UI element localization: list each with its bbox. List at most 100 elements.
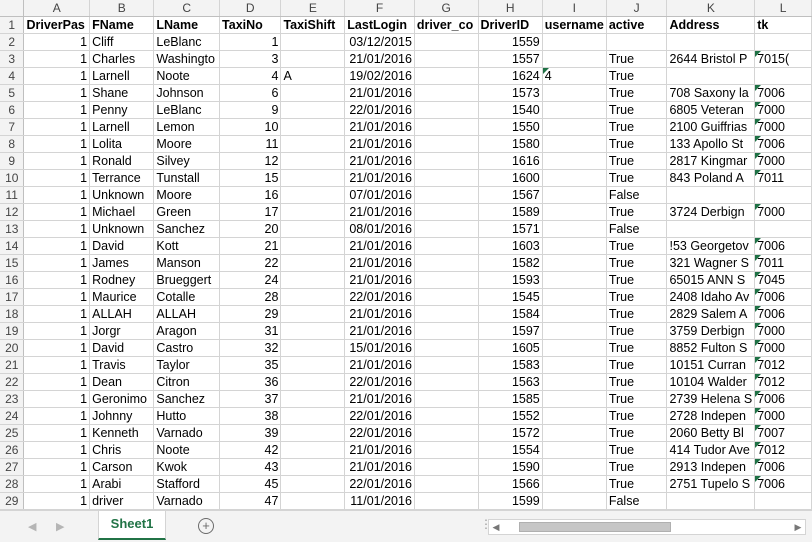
cell[interactable]: 1550 (478, 118, 543, 136)
row-header[interactable]: 18 (0, 305, 25, 323)
cell[interactable] (280, 390, 346, 408)
cell[interactable] (414, 322, 479, 340)
cell[interactable]: 4 (542, 67, 607, 85)
cell[interactable] (280, 475, 346, 493)
cell[interactable]: 1559 (478, 33, 543, 51)
cell[interactable] (542, 373, 607, 391)
cell[interactable]: 22/01/2016 (344, 407, 415, 425)
cell[interactable]: 7012 (754, 373, 812, 391)
row-header[interactable]: 7 (0, 118, 25, 136)
row-header[interactable]: 8 (0, 135, 25, 153)
cell[interactable] (542, 458, 607, 476)
row-header[interactable]: 2 (0, 33, 25, 51)
cell[interactable]: 1 (23, 118, 91, 136)
header-cell[interactable]: FName (89, 16, 155, 34)
cell[interactable]: True (606, 288, 668, 306)
cell[interactable]: LeBlanc (153, 101, 221, 119)
cell[interactable] (542, 288, 607, 306)
cell[interactable]: 35 (219, 356, 282, 374)
cell[interactable]: 21/01/2016 (344, 356, 415, 374)
cell[interactable] (542, 441, 607, 459)
cell[interactable]: True (606, 407, 668, 425)
cell[interactable] (414, 254, 479, 272)
cell[interactable]: Green (153, 203, 221, 221)
row-header[interactable]: 28 (0, 475, 25, 493)
cell[interactable]: 1624 (478, 67, 543, 85)
cell[interactable] (666, 33, 756, 51)
cell[interactable]: Larnell (89, 118, 155, 136)
cell[interactable]: 7006 (754, 305, 812, 323)
header-cell[interactable]: username (542, 16, 607, 34)
cell[interactable]: Taylor (153, 356, 221, 374)
cell[interactable] (280, 339, 346, 357)
cell[interactable]: 7000 (754, 101, 812, 119)
cell[interactable]: 21/01/2016 (344, 118, 415, 136)
cell[interactable] (542, 254, 607, 272)
cell[interactable]: 7000 (754, 339, 812, 357)
cell[interactable]: Johnson (153, 84, 221, 102)
cell[interactable]: 22/01/2016 (344, 101, 415, 119)
cell[interactable] (542, 271, 607, 289)
cell[interactable]: Arabi (89, 475, 155, 493)
cell[interactable] (280, 322, 346, 340)
row-header[interactable]: 22 (0, 373, 25, 391)
cell[interactable] (414, 356, 479, 374)
cell[interactable]: 1 (23, 458, 91, 476)
cell[interactable] (280, 441, 346, 459)
cell[interactable]: 1571 (478, 220, 543, 238)
row-header[interactable]: 20 (0, 339, 25, 357)
cell[interactable]: 2060 Betty Bl (666, 424, 756, 442)
cell[interactable]: 21/01/2016 (344, 305, 415, 323)
cell[interactable]: Lolita (89, 135, 155, 153)
row-header[interactable]: 15 (0, 254, 25, 272)
column-header-h[interactable]: H (478, 0, 543, 17)
cell[interactable]: True (606, 135, 668, 153)
cell[interactable]: Charles (89, 50, 155, 68)
scroll-tabs-right-icon[interactable]: ▶ (56, 520, 64, 533)
cell[interactable]: 21/01/2016 (344, 271, 415, 289)
cell[interactable]: Johnny (89, 407, 155, 425)
row-header[interactable]: 23 (0, 390, 25, 408)
cell[interactable] (542, 152, 607, 170)
cell[interactable]: 22/01/2016 (344, 475, 415, 493)
header-cell[interactable]: LastLogin (344, 16, 415, 34)
cell[interactable] (414, 33, 479, 51)
cell[interactable] (414, 339, 479, 357)
cell[interactable]: 8852 Fulton S (666, 339, 756, 357)
cell[interactable]: 10 (219, 118, 282, 136)
cell[interactable]: 7006 (754, 475, 812, 493)
cell[interactable]: 15 (219, 169, 282, 187)
row-header[interactable]: 6 (0, 101, 25, 119)
column-header-f[interactable]: F (344, 0, 415, 17)
cell[interactable] (280, 186, 346, 204)
column-header-a[interactable]: A (23, 0, 91, 17)
cell[interactable] (542, 237, 607, 255)
cell[interactable]: True (606, 390, 668, 408)
cell[interactable] (542, 322, 607, 340)
cell[interactable]: Noote (153, 441, 221, 459)
header-cell[interactable]: driver_co (414, 16, 479, 34)
cell[interactable]: 29 (219, 305, 282, 323)
cell[interactable]: Lemon (153, 118, 221, 136)
cell[interactable]: 1 (23, 475, 91, 493)
row-header[interactable]: 13 (0, 220, 25, 238)
cell[interactable] (542, 135, 607, 153)
cell[interactable]: Stafford (153, 475, 221, 493)
cell[interactable]: 7045 (754, 271, 812, 289)
cell[interactable]: Varnado (153, 424, 221, 442)
cell[interactable]: Sanchez (153, 390, 221, 408)
cell[interactable]: True (606, 424, 668, 442)
cell[interactable]: 7006 (754, 237, 812, 255)
cell[interactable] (414, 390, 479, 408)
cell[interactable] (280, 407, 346, 425)
cell[interactable]: 9 (219, 101, 282, 119)
cell[interactable] (414, 67, 479, 85)
header-cell[interactable]: Address (666, 16, 756, 34)
cell[interactable] (542, 492, 607, 510)
scroll-tabs-left-icon[interactable]: ◀ (28, 520, 36, 533)
row-header[interactable]: 21 (0, 356, 25, 374)
cell[interactable]: 28 (219, 288, 282, 306)
cell[interactable] (666, 220, 756, 238)
cell[interactable]: Dean (89, 373, 155, 391)
cell[interactable] (280, 152, 346, 170)
